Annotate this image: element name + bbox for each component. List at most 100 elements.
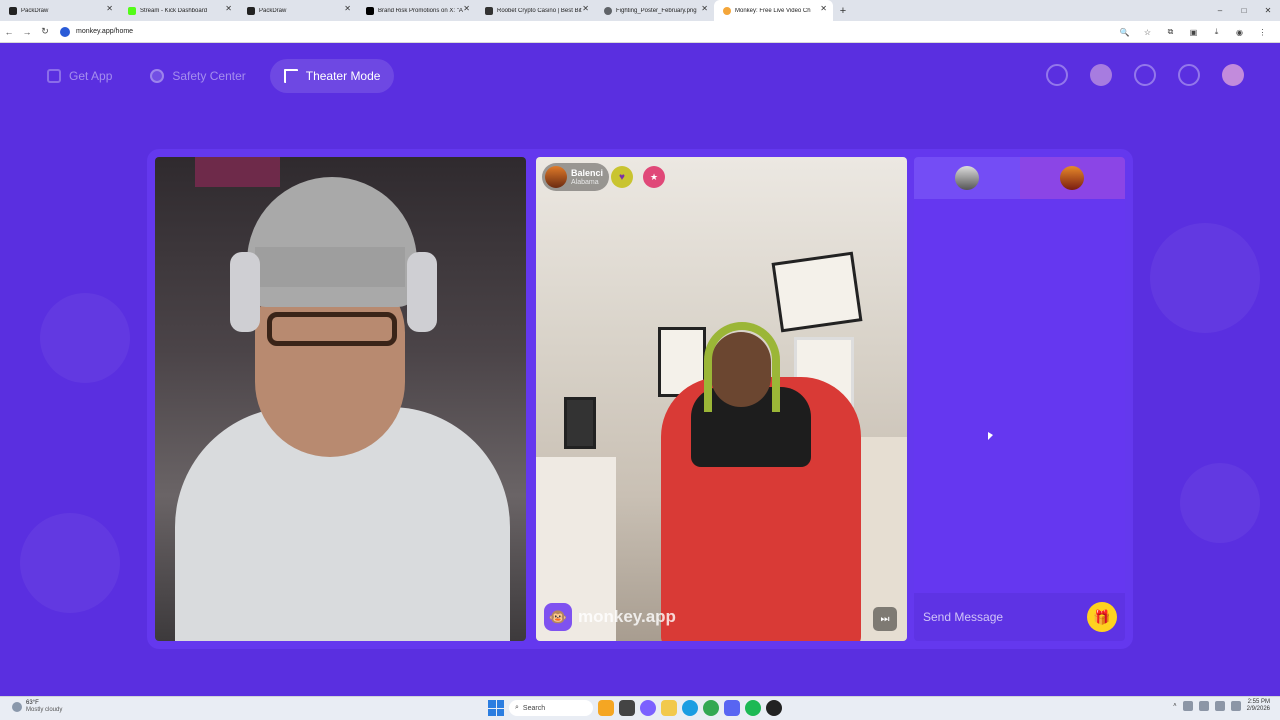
background-decoration <box>20 513 120 613</box>
extensions-icon[interactable]: ⧉ <box>1159 27 1182 37</box>
wall-poster <box>195 157 280 187</box>
close-tab-icon[interactable]: ✕ <box>820 4 827 13</box>
download-icon[interactable]: ⤓ <box>1205 27 1228 37</box>
heart-badge-icon[interactable]: ♥ <box>611 166 633 188</box>
taskbar-search[interactable]: ⌕ Search <box>509 700 593 716</box>
party-badge-icon[interactable]: ★ <box>643 166 665 188</box>
watermark-text: monkey.app <box>578 607 676 626</box>
chevron-up-icon[interactable]: ˄ <box>1173 703 1177 709</box>
copilot-icon[interactable] <box>640 700 656 716</box>
remote-user-location: Alabama <box>571 178 599 186</box>
new-tab-button[interactable]: + <box>833 5 853 17</box>
url-text: monkey.app/home <box>76 28 134 35</box>
browser-tab[interactable]: Fighting_Poster_February.png ✕ <box>595 0 714 21</box>
search-icon[interactable] <box>1046 64 1068 86</box>
address-bar: ← → ↻ monkey.app/home 🔍 ☆ ⧉ ▣ ⤓ ◉ ⋮ <box>0 21 1280 43</box>
send-message-row: 🎁 <box>914 593 1125 641</box>
close-tab-icon[interactable]: ✕ <box>225 4 232 13</box>
remote-user-info: Balenci Alabama <box>571 168 603 187</box>
weather-widget[interactable]: 63°F Mostly cloudy <box>12 700 62 714</box>
profile-icon[interactable]: ◉ <box>1228 28 1251 37</box>
packdraw-favicon-icon <box>9 6 17 15</box>
chat-header <box>914 157 1125 199</box>
minimize-button[interactable]: – <box>1208 0 1232 21</box>
browser-tab[interactable]: PackDraw ✕ <box>238 0 357 21</box>
back-icon[interactable]: ← <box>0 27 18 37</box>
spotify-icon[interactable] <box>745 700 761 716</box>
forward-icon[interactable]: → <box>18 27 36 37</box>
window-controls: – □ ✕ <box>1208 0 1280 21</box>
task-view-icon[interactable] <box>598 700 614 716</box>
close-window-button[interactable]: ✕ <box>1256 0 1280 21</box>
chat-participant-remote[interactable] <box>1019 157 1125 199</box>
background-decoration <box>40 293 130 383</box>
chat-panel: 🎁 <box>914 157 1125 641</box>
expand-icon <box>283 69 298 83</box>
folder-icon[interactable] <box>661 700 677 716</box>
file-explorer-icon[interactable] <box>619 700 635 716</box>
network-icon[interactable] <box>1214 701 1225 711</box>
discord-icon[interactable] <box>724 700 740 716</box>
weather-text: 63°F Mostly cloudy <box>26 700 63 713</box>
browser-tab[interactable]: PackDraw ✕ <box>0 0 119 21</box>
pen-icon[interactable] <box>1198 701 1209 711</box>
background-decoration <box>1150 223 1260 333</box>
coins-icon[interactable] <box>1090 64 1112 86</box>
menu-icon[interactable]: ⋮ <box>1251 28 1274 37</box>
profile-avatar[interactable] <box>1222 64 1244 86</box>
search-icon: ⌕ <box>515 704 519 711</box>
close-tab-icon[interactable]: ✕ <box>463 4 470 13</box>
browser-tab[interactable]: Stream - Kick Dashboard ✕ <box>119 0 238 21</box>
roobet-favicon-icon <box>485 6 493 15</box>
close-tab-icon[interactable]: ✕ <box>344 4 351 13</box>
address-bar-actions: 🔍 ☆ ⧉ ▣ ⤓ ◉ ⋮ <box>1113 21 1274 43</box>
edge-icon[interactable] <box>682 700 698 716</box>
wall-sign <box>564 397 596 449</box>
taskbar-clock[interactable]: 2:55 PM 2/9/2026 <box>1247 699 1270 713</box>
system-tray: ˄ 2:55 PM 2/9/2026 <box>1173 699 1270 713</box>
split-view-icon[interactable]: ▣ <box>1182 28 1205 37</box>
local-video <box>155 157 526 641</box>
site-info-icon[interactable] <box>60 26 70 37</box>
remote-user-chip[interactable]: Balenci Alabama <box>542 163 610 191</box>
tray-app-icon[interactable] <box>1182 701 1193 711</box>
monkey-app-page: Get App Safety Center Theater Mode Balen… <box>0 43 1280 696</box>
skip-next-button[interactable]: ⏭ <box>873 607 897 631</box>
globe-favicon-icon <box>604 6 612 15</box>
send-message-input[interactable] <box>923 610 1073 624</box>
headset-right <box>407 252 437 332</box>
reload-icon[interactable]: ↻ <box>36 26 54 37</box>
person-beanie <box>247 177 417 307</box>
safety-center-button[interactable]: Safety Center <box>136 59 259 93</box>
bookmark-star-icon[interactable]: ☆ <box>1136 28 1159 37</box>
monkey-favicon-icon <box>723 6 731 15</box>
zoom-icon[interactable]: 🔍 <box>1113 28 1136 37</box>
url-field[interactable]: monkey.app/home <box>60 26 134 37</box>
browser-tab-active[interactable]: Monkey: Free Live Video Ch ✕ <box>714 0 833 21</box>
windows-start-icon[interactable] <box>488 700 504 716</box>
person-hood <box>704 322 780 412</box>
browser-tab[interactable]: Roobet Crypto Casino | Best Bit ✕ <box>476 0 595 21</box>
gift-button[interactable]: 🎁 <box>1087 602 1117 632</box>
packdraw-favicon-icon <box>247 6 255 15</box>
remote-avatar <box>1060 166 1085 190</box>
history-icon[interactable] <box>1134 64 1156 86</box>
monkey-logo-icon: 🐵 <box>544 603 572 631</box>
shield-icon <box>150 69 165 83</box>
volume-icon[interactable] <box>1230 701 1241 711</box>
chat-bubble-icon[interactable] <box>1178 64 1200 86</box>
top-navigation: Get App Safety Center Theater Mode <box>33 59 395 93</box>
close-tab-icon[interactable]: ✕ <box>106 4 113 13</box>
maximize-button[interactable]: □ <box>1232 0 1256 21</box>
obs-icon[interactable] <box>766 700 782 716</box>
close-tab-icon[interactable]: ✕ <box>582 4 589 13</box>
monkey-watermark: 🐵 monkey.app <box>544 603 676 631</box>
get-app-button[interactable]: Get App <box>33 59 126 93</box>
close-tab-icon[interactable]: ✕ <box>701 4 708 13</box>
remote-user-name: Balenci <box>571 167 604 178</box>
chat-participant-self[interactable] <box>914 157 1020 199</box>
browser-tab[interactable]: Brand Risk Promotions on X: "A ✕ <box>357 0 476 21</box>
theater-mode-button[interactable]: Theater Mode <box>269 59 395 93</box>
kick-favicon-icon <box>128 6 136 15</box>
chrome-icon[interactable] <box>703 700 719 716</box>
